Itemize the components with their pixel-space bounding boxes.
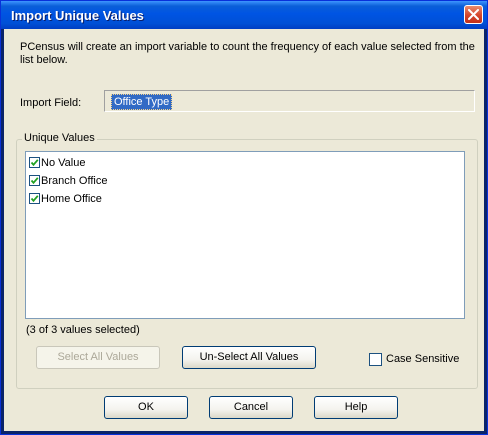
checkbox-home-office[interactable] [29,193,40,204]
close-icon [468,9,479,20]
case-sensitive-checkbox[interactable] [369,353,382,366]
checkmark-icon [30,159,39,167]
dialog-body: PCensus will create an import variable t… [4,29,484,431]
help-button[interactable]: Help [314,396,398,419]
checkmark-icon [30,177,39,185]
list-item[interactable]: Home Office [29,190,102,207]
list-item-label: No Value [41,156,86,169]
list-item-label: Branch Office [41,174,108,187]
import-field-input[interactable]: Office Type [104,90,475,112]
ok-button[interactable]: OK [104,396,188,419]
list-item[interactable]: No Value [29,154,85,171]
checkbox-branch-office[interactable] [29,175,40,186]
case-sensitive-label: Case Sensitive [386,353,460,365]
close-button[interactable] [464,5,483,24]
selection-count-text: (3 of 3 values selected) [26,324,140,336]
checkmark-icon [30,195,39,203]
title-bar[interactable]: Import Unique Values [1,1,487,29]
unique-values-group-label: Unique Values [22,132,97,144]
window-title: Import Unique Values [11,8,144,23]
cancel-button[interactable]: Cancel [209,396,293,419]
description-text: PCensus will create an import variable t… [20,41,475,66]
list-item[interactable]: Branch Office [29,172,107,189]
unique-values-list[interactable]: No Value Branch Office Home Office [25,151,465,319]
import-field-label: Import Field: [20,97,82,109]
list-item-label: Home Office [41,192,102,205]
select-all-values-button[interactable]: Select All Values [36,346,160,369]
unselect-all-values-button[interactable]: Un-Select All Values [182,346,316,369]
import-field-value: Office Type [111,94,173,110]
dialog-window: Import Unique Values PCensus will create… [0,0,488,435]
checkbox-no-value[interactable] [29,157,40,168]
